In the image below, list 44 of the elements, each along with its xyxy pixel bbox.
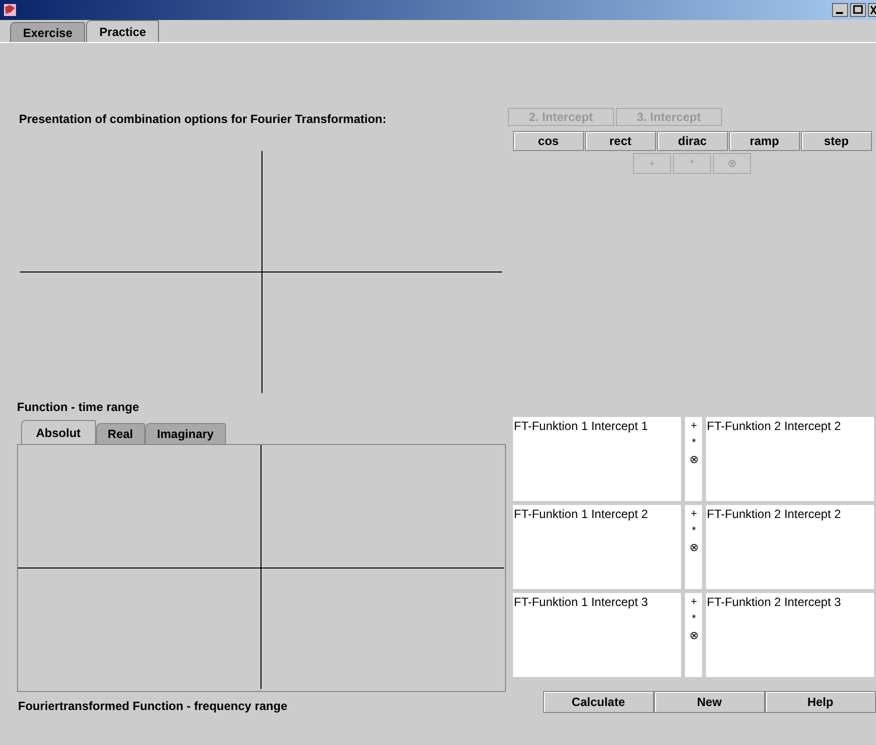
operator-text: ⊗ <box>689 541 698 556</box>
function-cell[interactable]: FT-Funktion 1 Intercept 2 <box>512 505 681 589</box>
operator-cell[interactable]: + * ⊗ <box>684 417 702 501</box>
function-button[interactable]: dirac <box>656 131 728 151</box>
operator-text: * <box>692 524 696 539</box>
function-cell[interactable]: FT-Funktion 2 Intercept 2 <box>706 505 874 589</box>
function-cell[interactable]: FT-Funktion 2 Intercept 3 <box>706 593 874 677</box>
function-button[interactable]: rect <box>584 131 656 151</box>
function-cell[interactable]: FT-Funktion 1 Intercept 1 <box>512 417 681 501</box>
operator-text: * <box>692 612 696 627</box>
function-cell[interactable]: FT-Funktion 2 Intercept 2 <box>706 417 874 501</box>
function-text: FT-Funktion 1 Intercept 3 <box>514 595 648 609</box>
action-button[interactable]: New <box>654 691 765 713</box>
operator-text: + <box>690 507 698 522</box>
function-text: FT-Funktion 2 Intercept 2 <box>706 419 841 433</box>
maximize-icon[interactable] <box>850 3 866 17</box>
operator-text: + <box>690 419 698 434</box>
function-text: FT-Funktion 2 Intercept 2 <box>706 507 841 521</box>
minimize-icon[interactable] <box>832 3 848 17</box>
operator-cell[interactable]: + * ⊗ <box>684 505 702 589</box>
tab[interactable]: Exercise <box>10 22 86 42</box>
section-label: Presentation of combination options for Fourier Transformation: <box>19 111 388 127</box>
function-text: FT-Funktion 1 Intercept 2 <box>514 507 648 521</box>
function-button[interactable]: step <box>800 131 872 151</box>
operator-text: ⊗ <box>689 629 698 644</box>
app-icon <box>3 3 17 17</box>
operator-cell[interactable]: + * ⊗ <box>684 593 702 677</box>
function-button[interactable]: cos <box>512 131 584 151</box>
section-label: Fouriertransformed Function - frequency range <box>18 698 288 714</box>
action-button[interactable]: Help <box>764 691 876 713</box>
section-label: Function - time range <box>17 399 140 415</box>
close-icon[interactable] <box>868 3 876 17</box>
function-text: FT-Funktion 2 Intercept 3 <box>706 595 841 609</box>
function-cell[interactable]: FT-Funktion 1 Intercept 3 <box>512 593 681 677</box>
function-text: FT-Funktion 1 Intercept 1 <box>514 419 648 433</box>
tab[interactable]: Imaginary <box>145 423 226 444</box>
operator-text: ⊗ <box>689 453 698 468</box>
tab[interactable]: Absolut <box>21 420 96 444</box>
action-button[interactable]: Calculate <box>542 691 654 713</box>
tab[interactable]: Real <box>96 423 146 444</box>
tab[interactable]: Practice <box>86 20 160 42</box>
operator-text: * <box>692 436 696 451</box>
function-button[interactable]: ramp <box>728 131 800 151</box>
operator-text: + <box>690 595 698 610</box>
